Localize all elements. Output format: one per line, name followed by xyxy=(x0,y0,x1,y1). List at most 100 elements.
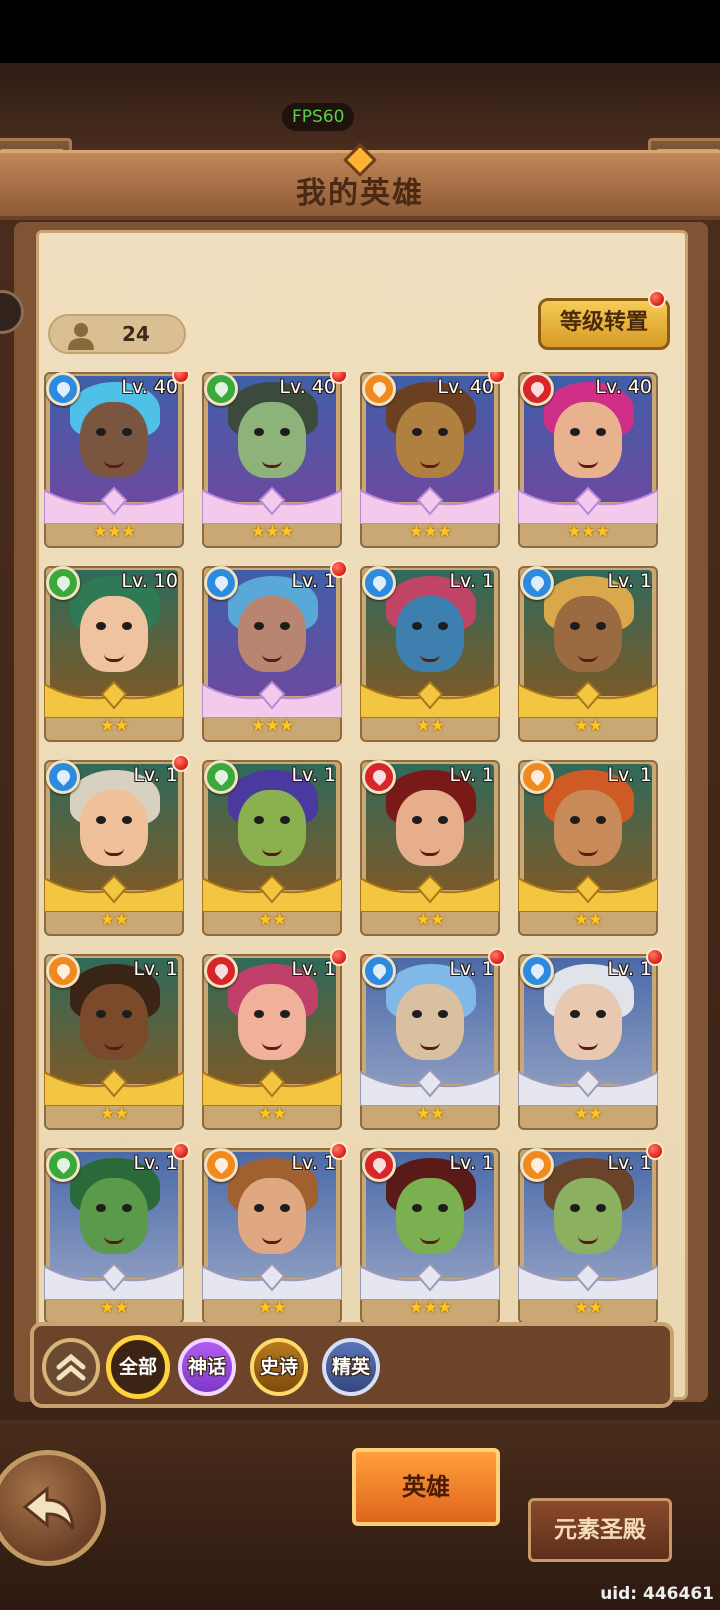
hero-stars: ★★ xyxy=(257,1298,287,1318)
hero-stars: ★★ xyxy=(573,910,603,930)
hero-stars: ★★ xyxy=(415,910,445,930)
hero-eye xyxy=(438,1204,448,1212)
hero-level: Lv. 1 xyxy=(449,958,494,980)
hero-level: Lv. 1 xyxy=(607,764,652,786)
collapse-button[interactable] xyxy=(42,1338,100,1396)
hero-stars: ★★★ xyxy=(92,522,137,542)
hero-level: Lv. 1 xyxy=(607,570,652,592)
hero-level: Lv. 1 xyxy=(291,764,336,786)
hero-stars: ★★ xyxy=(257,1104,287,1124)
hero-notification-dot xyxy=(488,372,506,384)
hero-level: Lv. 10 xyxy=(121,570,178,592)
water-element-icon xyxy=(204,566,238,600)
epic-rarity-banner xyxy=(44,680,184,718)
hero-level: Lv. 40 xyxy=(121,376,178,398)
hero-stars: ★★ xyxy=(257,910,287,930)
elite-rarity-banner xyxy=(518,1262,658,1300)
hero-card[interactable]: ★★★ Lv. 40 xyxy=(44,372,190,548)
filter-elite-button[interactable]: 精英 xyxy=(322,1338,380,1396)
hero-eye xyxy=(254,1204,264,1212)
hero-card[interactable]: ★★★ Lv. 1 xyxy=(360,1148,500,1324)
hero-stars: ★★★ xyxy=(566,522,611,542)
hero-eye xyxy=(96,816,106,824)
level-convert-notification-dot xyxy=(648,290,666,308)
hero-level: Lv. 1 xyxy=(291,958,336,980)
hero-level: Lv. 1 xyxy=(607,1152,652,1174)
hero-eye xyxy=(280,622,290,630)
element-glyph xyxy=(528,573,547,592)
hero-card[interactable]: ★★ Lv. 1 xyxy=(44,954,184,1130)
hero-card[interactable]: ★★ Lv. 1 xyxy=(44,1142,190,1324)
hero-eye xyxy=(438,816,448,824)
element-glyph xyxy=(528,961,547,980)
hero-eye xyxy=(254,1010,264,1018)
epic-rarity-banner xyxy=(44,1068,184,1106)
tab-heroes[interactable]: 英雄 xyxy=(352,1448,500,1526)
element-glyph xyxy=(370,1155,389,1174)
hero-card[interactable]: ★★ Lv. 1 xyxy=(518,948,664,1130)
hero-level: Lv. 1 xyxy=(449,764,494,786)
hero-card[interactable]: ★★ Lv. 1 xyxy=(44,754,190,936)
hero-card[interactable]: ★★ Lv. 10 xyxy=(44,566,184,742)
hero-card[interactable]: ★★ Lv. 1 xyxy=(518,566,658,742)
fire-element-icon xyxy=(520,372,554,406)
hero-eye xyxy=(570,622,580,630)
element-glyph xyxy=(54,961,73,980)
hero-card[interactable]: ★★★ Lv. 40 xyxy=(518,372,658,548)
hero-eye xyxy=(570,428,580,436)
water-element-icon xyxy=(520,566,554,600)
hero-level: Lv. 40 xyxy=(437,376,494,398)
hero-stars: ★★ xyxy=(573,716,603,736)
hero-grid[interactable]: ★★★ Lv. 40 ★★★ Lv. 40 ★★★ Lv. 40 ★★★ Lv. 40 ★★ Lv… xyxy=(40,372,680,1342)
hero-eye xyxy=(438,1010,448,1018)
element-glyph xyxy=(370,379,389,398)
hero-eye xyxy=(596,428,606,436)
wind-element-icon xyxy=(204,760,238,794)
filter-all-button[interactable]: 全部 xyxy=(106,1335,170,1399)
hero-card[interactable]: ★★ Lv. 1 xyxy=(202,760,342,936)
hero-level: Lv. 1 xyxy=(291,570,336,592)
hero-stars: ★★★ xyxy=(408,1298,453,1318)
hero-eye xyxy=(122,622,132,630)
hero-eye xyxy=(122,1204,132,1212)
earth-element-icon xyxy=(204,1148,238,1182)
hero-eye xyxy=(596,1204,606,1212)
hero-card[interactable]: ★★ Lv. 1 xyxy=(518,1142,664,1324)
element-glyph xyxy=(528,379,547,398)
mythic-rarity-banner xyxy=(202,680,342,718)
hero-eye xyxy=(438,622,448,630)
hero-card[interactable]: ★★★ Lv. 40 xyxy=(360,372,506,548)
hero-eye xyxy=(596,816,606,824)
hero-eye xyxy=(280,428,290,436)
hero-card[interactable]: ★★ Lv. 1 xyxy=(360,948,506,1130)
mythic-rarity-banner xyxy=(202,486,342,524)
hero-eye xyxy=(412,1204,422,1212)
filter-epic-button[interactable]: 史诗 xyxy=(250,1338,308,1396)
wind-element-icon xyxy=(204,372,238,406)
hero-level: Lv. 1 xyxy=(133,1152,178,1174)
hero-eye xyxy=(570,816,580,824)
hero-card[interactable]: ★★★ Lv. 1 xyxy=(202,560,348,742)
hero-card[interactable]: ★★★ Lv. 40 xyxy=(202,372,348,548)
hero-eye xyxy=(596,622,606,630)
mythic-rarity-banner xyxy=(360,486,500,524)
hero-card[interactable]: ★★ Lv. 1 xyxy=(202,1142,348,1324)
hero-card[interactable]: ★★ Lv. 1 xyxy=(518,760,658,936)
hero-stars: ★★★ xyxy=(408,522,453,542)
element-glyph xyxy=(370,767,389,786)
epic-rarity-banner xyxy=(202,874,342,912)
epic-rarity-banner xyxy=(360,680,500,718)
filter-mythic-button[interactable]: 神话 xyxy=(178,1338,236,1396)
double-chevron-up-icon xyxy=(56,1353,86,1381)
hero-card[interactable]: ★★ Lv. 1 xyxy=(360,760,500,936)
rarity-filter-bar: 全部 神话 史诗 精英 xyxy=(30,1322,674,1408)
tab-element-temple[interactable]: 元素圣殿 xyxy=(528,1498,672,1562)
hero-card[interactable]: ★★ Lv. 1 xyxy=(202,948,348,1130)
hero-card[interactable]: ★★ Lv. 1 xyxy=(360,566,500,742)
hero-level: Lv. 40 xyxy=(279,376,336,398)
fire-element-icon xyxy=(362,1148,396,1182)
element-glyph xyxy=(528,767,547,786)
hero-level: Lv. 1 xyxy=(449,1152,494,1174)
hero-eye xyxy=(122,1010,132,1018)
hero-eye xyxy=(254,622,264,630)
